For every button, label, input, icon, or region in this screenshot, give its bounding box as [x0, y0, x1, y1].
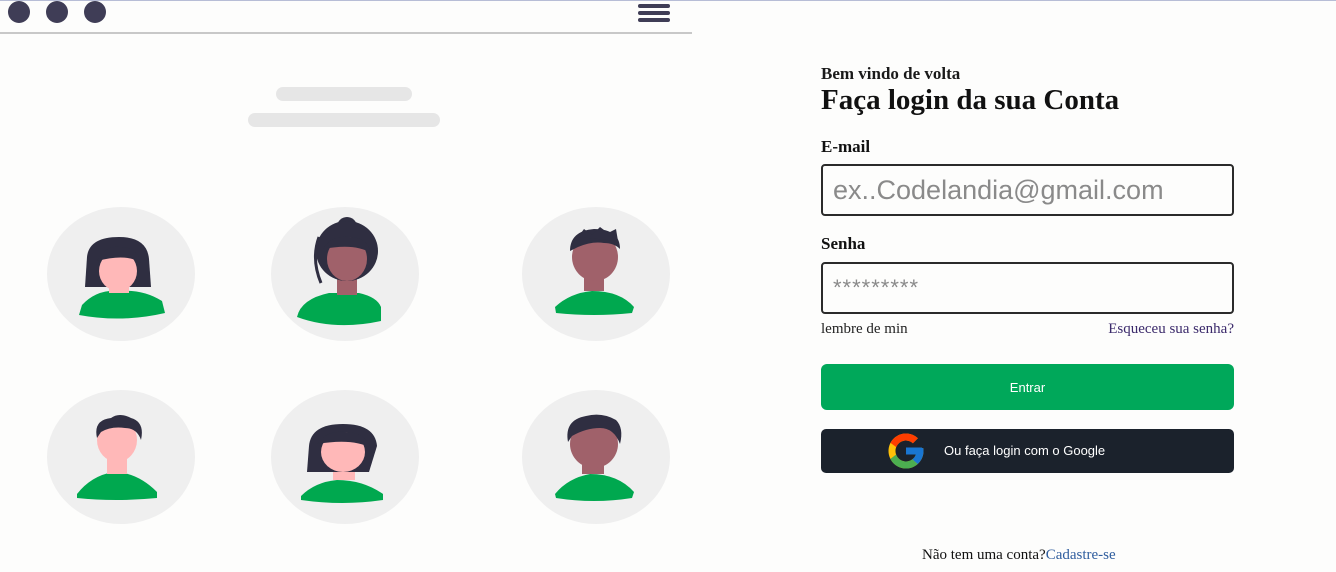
- avatar-man-spiky: [522, 207, 670, 341]
- google-login-button[interactable]: Ou faça login com o Google: [821, 429, 1234, 473]
- password-label: Senha: [821, 234, 866, 253]
- signup-prompt: Não tem uma conta?Cadastre-se: [922, 547, 1116, 564]
- avatar-man-short-hair: [47, 390, 195, 524]
- google-g-icon: [888, 433, 924, 469]
- enter-button[interactable]: Entrar: [821, 364, 1234, 410]
- avatar-woman-bob: [47, 207, 195, 341]
- no-account-text: Não tem uma conta?: [922, 547, 1046, 563]
- email-label: E-mail: [821, 137, 871, 156]
- remember-me-label[interactable]: lembre de min: [821, 321, 908, 338]
- hamburger-menu-icon: [638, 4, 670, 24]
- signup-link[interactable]: Cadastre-se: [1046, 547, 1116, 563]
- login-panel: Bem vindo de volta Faça login da sua Con…: [821, 0, 1234, 572]
- window-dot-icon: [8, 1, 30, 23]
- forgot-password-link[interactable]: Esqueceu sua senha?: [1108, 321, 1234, 338]
- mock-window-bar: [0, 0, 692, 34]
- avatar-woman-long-hair: [271, 390, 419, 524]
- page-title: Faça login da sua Conta: [821, 84, 1120, 116]
- password-field[interactable]: [821, 262, 1234, 314]
- skeleton-line: [248, 113, 440, 127]
- illustration-panel: [0, 0, 692, 572]
- skeleton-line: [276, 87, 412, 101]
- avatar-man-dark-hair: [522, 390, 670, 524]
- window-dot-icon: [46, 1, 68, 23]
- window-dot-icon: [84, 1, 106, 23]
- welcome-text: Bem vindo de volta: [821, 64, 961, 83]
- email-field[interactable]: [821, 164, 1234, 216]
- google-login-label: Ou faça login com o Google: [944, 443, 1106, 458]
- avatar-woman-bun: [271, 207, 419, 341]
